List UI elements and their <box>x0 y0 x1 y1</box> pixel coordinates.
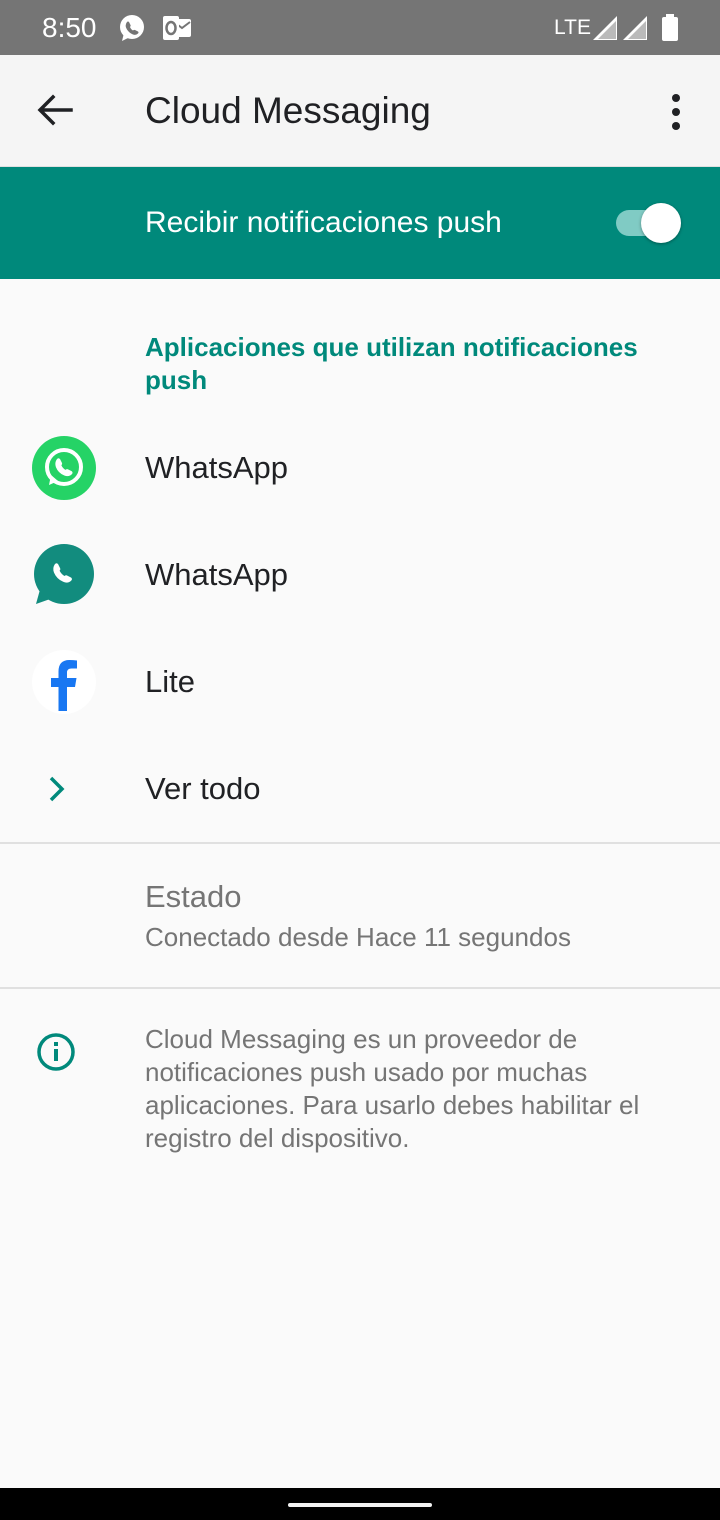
push-toggle-switch[interactable] <box>612 203 684 243</box>
outlook-icon <box>163 16 191 40</box>
app-label: WhatsApp <box>145 450 289 485</box>
divider <box>0 987 720 989</box>
navigation-bar <box>0 1488 720 1520</box>
apps-section-header: Aplicaciones que utilizan notificaciones… <box>145 332 638 395</box>
app-label: Lite <box>145 664 195 699</box>
info-description: Cloud Messaging es un proveedor de notif… <box>145 1024 640 1153</box>
see-all-label: Ver todo <box>145 771 261 806</box>
switch-thumb <box>641 203 681 243</box>
app-list-item-facebook-lite[interactable]: Lite <box>0 628 720 735</box>
app-bar: Cloud Messaging <box>0 55 720 167</box>
signal-icon <box>623 16 647 40</box>
battery-icon <box>662 14 678 41</box>
signal-icon <box>593 16 617 40</box>
facebook-lite-icon <box>32 650 96 714</box>
status-title: Estado <box>145 879 242 914</box>
overflow-menu-button[interactable] <box>652 85 700 137</box>
back-button[interactable] <box>27 82 83 138</box>
status-bar: 8:50 LTE <box>0 0 720 55</box>
whatsapp-icon <box>32 436 96 500</box>
chevron-right-icon <box>49 776 65 802</box>
see-all-row[interactable]: Ver todo <box>0 735 720 842</box>
network-type: LTE <box>554 16 591 39</box>
arrow-left-icon <box>37 94 73 126</box>
more-vert-icon <box>672 94 680 130</box>
whatsapp-icon <box>120 15 144 41</box>
status-value: Conectado desde Hace 11 segundos <box>145 922 571 952</box>
push-toggle-label: Recibir notificaciones push <box>145 206 502 239</box>
info-icon <box>37 1033 75 1071</box>
status-time: 8:50 <box>42 12 97 43</box>
app-list-item-whatsapp[interactable]: WhatsApp <box>0 414 720 521</box>
whatsapp-business-icon <box>34 544 94 604</box>
push-notifications-toggle-row[interactable]: Recibir notificaciones push <box>0 167 720 279</box>
app-list-item-whatsapp-business[interactable]: WhatsApp <box>0 521 720 628</box>
home-gesture-handle[interactable] <box>288 1503 432 1507</box>
page-title: Cloud Messaging <box>145 90 431 131</box>
app-label: WhatsApp <box>145 557 289 592</box>
divider <box>0 842 720 844</box>
